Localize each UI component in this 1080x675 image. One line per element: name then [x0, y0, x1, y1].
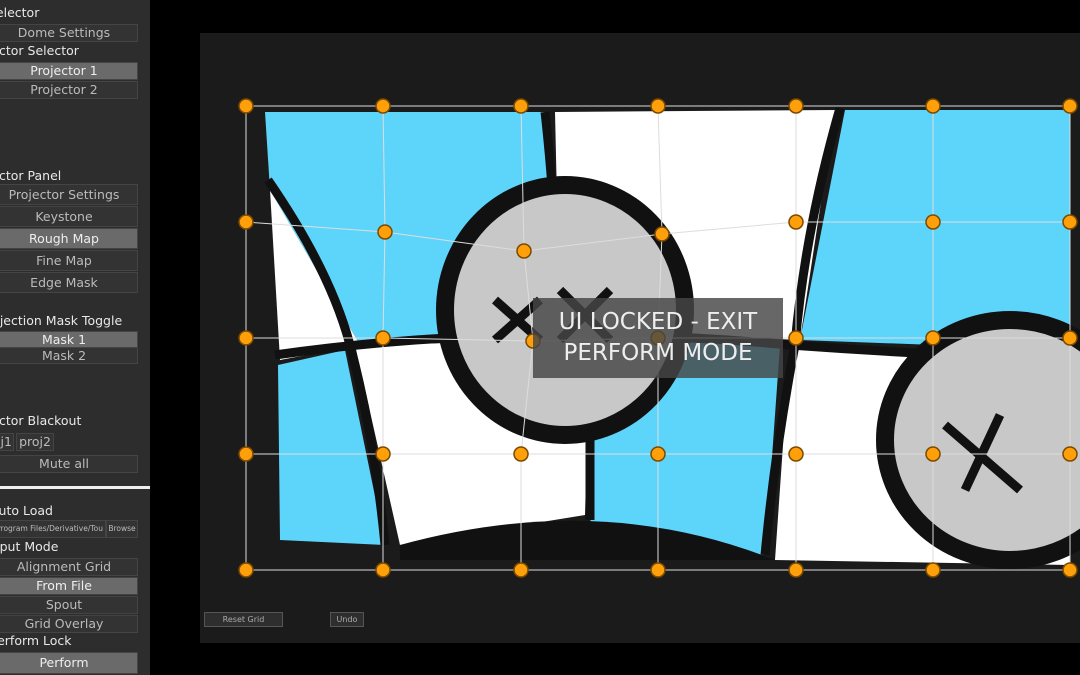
control-point[interactable]	[788, 446, 804, 462]
control-point[interactable]	[1062, 330, 1078, 346]
control-point[interactable]	[1062, 562, 1078, 578]
control-point[interactable]	[788, 98, 804, 114]
control-point[interactable]	[925, 214, 941, 230]
control-point[interactable]	[513, 98, 529, 114]
control-point[interactable]	[1062, 98, 1078, 114]
control-point[interactable]	[375, 330, 391, 346]
control-point[interactable]	[650, 98, 666, 114]
reset-grid-button[interactable]: Reset Grid	[204, 612, 283, 627]
lock-line-1: UI LOCKED - EXIT	[558, 309, 758, 335]
control-point[interactable]	[513, 446, 529, 462]
control-point[interactable]	[238, 214, 254, 230]
control-point[interactable]	[238, 562, 254, 578]
control-point[interactable]	[377, 224, 393, 240]
control-point[interactable]	[1062, 214, 1078, 230]
control-point[interactable]	[650, 446, 666, 462]
control-point[interactable]	[925, 446, 941, 462]
control-point[interactable]	[375, 446, 391, 462]
lock-line-2: PERFORM MODE	[563, 340, 753, 366]
control-point[interactable]	[788, 330, 804, 346]
control-point[interactable]	[238, 446, 254, 462]
control-point[interactable]	[238, 98, 254, 114]
control-point[interactable]	[1062, 446, 1078, 462]
control-point[interactable]	[925, 562, 941, 578]
control-point[interactable]	[788, 562, 804, 578]
control-point[interactable]	[516, 243, 532, 259]
face-circle	[876, 311, 1080, 569]
ui-locked-overlay: UI LOCKED - EXIT PERFORM MODE	[533, 298, 783, 378]
control-point[interactable]	[238, 330, 254, 346]
control-point[interactable]	[788, 214, 804, 230]
control-point[interactable]	[650, 562, 666, 578]
control-point[interactable]	[375, 98, 391, 114]
control-point[interactable]	[925, 98, 941, 114]
control-point[interactable]	[925, 330, 941, 346]
control-point[interactable]	[513, 562, 529, 578]
control-point[interactable]	[375, 562, 391, 578]
undo-button[interactable]: Undo	[330, 612, 364, 627]
control-point[interactable]	[654, 226, 670, 242]
